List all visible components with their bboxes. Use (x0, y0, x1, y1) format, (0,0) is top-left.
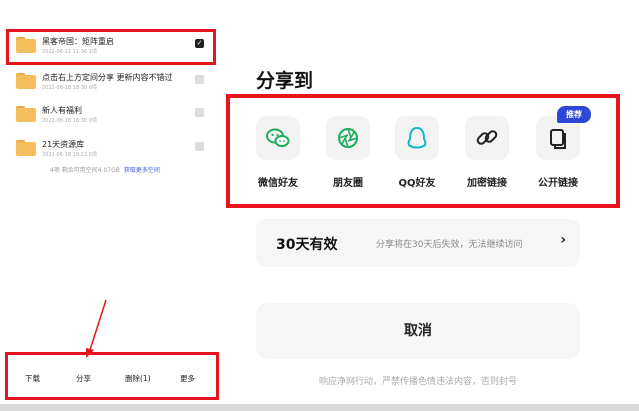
validity-note: 分享将在30天后失效，无法继续访问 (376, 240, 523, 250)
qq-icon (395, 116, 439, 160)
validity-days: 30天有效 (276, 237, 338, 253)
checkbox[interactable] (195, 108, 204, 117)
file-row[interactable]: 新人有福利 2022-06-18 18:30 0项 (14, 102, 214, 138)
option-label: 微信好友 (258, 178, 298, 189)
option-label: 公开链接 (538, 178, 578, 189)
moments-icon (326, 116, 370, 160)
file-name: 点击右上方定间分享 更新内容不错过 (42, 73, 173, 82)
recommend-badge: 推荐 (557, 106, 591, 123)
get-more-space-link[interactable]: 获取更多空间 (124, 167, 160, 174)
share-title: 分享到 (256, 70, 314, 92)
file-name: 新人有福利 (42, 106, 82, 115)
folder-icon (16, 106, 36, 122)
share-option-encrypted-link[interactable]: 加密链接 (457, 116, 517, 189)
red-arrow-annotation (86, 299, 107, 358)
share-option-wechat[interactable]: 微信好友 (248, 116, 308, 189)
checkbox[interactable] (195, 142, 204, 151)
storage-info: 4项 剩余可用空间4.07GB 获取更多空间 (50, 165, 160, 174)
folder-icon (16, 140, 36, 156)
storage-text: 4项 剩余可用空间4.07GB (50, 167, 120, 174)
share-option-qq[interactable]: QQ好友 (387, 116, 447, 189)
share-button[interactable]: 分享 (76, 373, 91, 384)
file-meta: 2022-06-18 18:13 0项 (42, 152, 97, 158)
option-label: 加密链接 (467, 178, 507, 189)
file-name: 21天资源库 (42, 140, 85, 149)
bottom-action-bar: 下载 分享 删除(1) 更多 (5, 352, 219, 400)
file-list-panel: 黑客帝国：矩阵重启 2022-06-21 11:36 1项 ✓ 点击右上方定间分… (0, 0, 222, 411)
option-label: 朋友圈 (333, 178, 363, 189)
chevron-right-icon: › (560, 232, 566, 248)
file-row[interactable]: 点击右上方定间分享 更新内容不错过 2022-06-18 18:30 0项 (14, 69, 214, 105)
highlight-box-selected-file (6, 29, 216, 65)
download-button[interactable]: 下载 (25, 373, 40, 384)
share-option-public-link[interactable]: 公开链接 (528, 116, 588, 189)
policy-notice: 响应净网行动，严禁传播色情违法内容，否则封号 (318, 377, 517, 387)
cancel-button[interactable]: 取消 (256, 303, 580, 359)
folder-icon (16, 73, 36, 89)
more-button[interactable]: 更多 (180, 373, 195, 384)
link-icon (465, 116, 509, 160)
bottom-edge (0, 404, 639, 411)
share-option-moments[interactable]: 朋友圈 (318, 116, 378, 189)
file-meta: 2022-06-18 18:30 0项 (42, 118, 97, 124)
file-meta: 2022-06-18 18:30 0项 (42, 85, 97, 91)
option-label: QQ好友 (398, 178, 436, 189)
delete-button[interactable]: 删除(1) (125, 373, 151, 384)
wechat-icon (256, 116, 300, 160)
checkbox[interactable] (195, 75, 204, 84)
validity-selector[interactable]: 30天有效 分享将在30天后失效，无法继续访问 › (256, 219, 580, 267)
